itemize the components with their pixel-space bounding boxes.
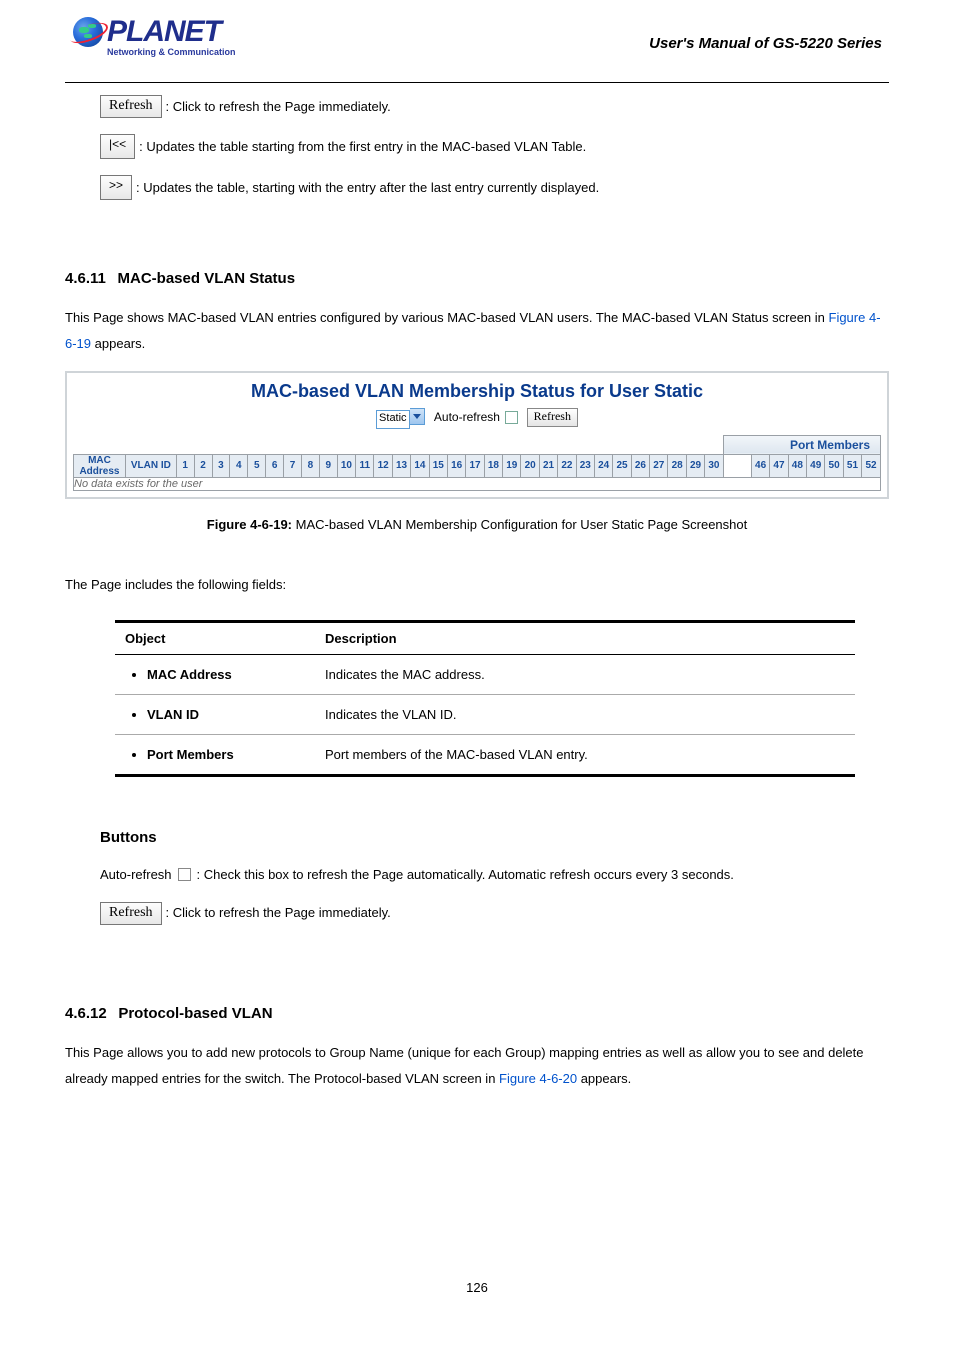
section2-intro-a: This Page allows you to add new protocol… — [65, 1045, 864, 1086]
port-col-5: 5 — [248, 454, 266, 477]
port-col-51: 51 — [843, 454, 861, 477]
port-col-29: 29 — [686, 454, 704, 477]
field-desc: Indicates the MAC address. — [315, 654, 855, 694]
port-col-9: 9 — [319, 454, 337, 477]
first-page-button-icon: |<< — [100, 134, 135, 159]
port-col-15: 15 — [429, 454, 447, 477]
field-desc: Port members of the MAC-based VLAN entry… — [315, 734, 855, 775]
refresh-button-icon: Refresh — [100, 95, 162, 118]
brand-name: PLANET — [107, 15, 221, 49]
port-col-6: 6 — [266, 454, 284, 477]
port-gap — [723, 454, 751, 477]
brand-tagline: Networking & Communication — [107, 47, 273, 57]
port-col-14: 14 — [411, 454, 429, 477]
port-col-30: 30 — [705, 454, 723, 477]
auto-refresh-checkbox-icon — [178, 868, 191, 881]
port-col-11: 11 — [356, 454, 374, 477]
auto-refresh-checkbox[interactable] — [505, 411, 518, 424]
auto-refresh-text-a: Auto-refresh — [100, 864, 172, 886]
field-name-cell: MAC Address — [115, 654, 315, 694]
port-col-10: 10 — [337, 454, 355, 477]
section1-number: 4.6.11 — [65, 270, 106, 287]
brand-logo: PLANET Networking & Communication — [73, 15, 273, 57]
section2-intro-b: appears. — [577, 1071, 631, 1086]
port-col-21: 21 — [539, 454, 557, 477]
mac-address-header: MAC Address — [74, 454, 126, 477]
port-col-26: 26 — [631, 454, 649, 477]
field-name-cell: Port Members — [115, 734, 315, 775]
port-col-48: 48 — [788, 454, 806, 477]
port-col-22: 22 — [558, 454, 576, 477]
fields-head-object: Object — [115, 621, 315, 654]
fields-table: Object Description MAC Address Indicates … — [115, 620, 855, 777]
chevron-down-icon[interactable] — [410, 408, 425, 425]
port-col-19: 19 — [503, 454, 521, 477]
port-col-16: 16 — [447, 454, 465, 477]
port-col-52: 52 — [862, 454, 881, 477]
vlan-id-header: VLAN ID — [125, 454, 176, 477]
port-col-1: 1 — [176, 454, 194, 477]
fields-head-description: Description — [315, 621, 855, 654]
port-col-4: 4 — [230, 454, 248, 477]
auto-refresh-label: Auto-refresh — [434, 410, 500, 424]
port-col-50: 50 — [825, 454, 843, 477]
section2-number: 4.6.12 — [65, 1005, 107, 1022]
port-col-2: 2 — [194, 454, 212, 477]
next-page-button-icon: >> — [100, 175, 132, 200]
screenshot-title: MAC-based VLAN Membership Status for Use… — [73, 381, 881, 402]
port-members-table: Port Members MAC Address VLAN ID 1234567… — [73, 435, 881, 491]
user-select[interactable]: Static — [376, 410, 410, 429]
table-row: MAC Address Indicates the MAC address. — [115, 654, 855, 694]
port-col-7: 7 — [284, 454, 302, 477]
first-page-desc: : Updates the table starting from the fi… — [139, 136, 586, 158]
refresh-desc: : Click to refresh the Page immediately. — [166, 96, 391, 118]
port-col-13: 13 — [392, 454, 410, 477]
figure-caption-text: MAC-based VLAN Membership Configuration … — [292, 517, 747, 532]
fields-intro: The Page includes the following fields: — [65, 572, 889, 598]
field-desc: Indicates the VLAN ID. — [315, 694, 855, 734]
port-col-25: 25 — [613, 454, 631, 477]
field-name-cell: VLAN ID — [115, 694, 315, 734]
page-number: 126 — [0, 1280, 954, 1295]
port-col-28: 28 — [668, 454, 686, 477]
refresh-desc-2: : Click to refresh the Page immediately. — [166, 902, 391, 924]
port-col-17: 17 — [466, 454, 484, 477]
port-col-24: 24 — [594, 454, 612, 477]
figure-link-4-6-20[interactable]: Figure 4-6-20 — [499, 1071, 577, 1086]
refresh-button[interactable]: Refresh — [527, 408, 578, 427]
screenshot-panel: MAC-based VLAN Membership Status for Use… — [65, 371, 889, 499]
port-col-3: 3 — [212, 454, 230, 477]
manual-title: User's Manual of GS-5220 Series — [649, 35, 882, 52]
port-col-8: 8 — [301, 454, 319, 477]
table-row: Port Members Port members of the MAC-base… — [115, 734, 855, 775]
field-name: MAC Address — [147, 667, 305, 682]
buttons-heading: Buttons — [100, 829, 889, 846]
auto-refresh-text-b: : Check this box to refresh the Page aut… — [197, 864, 734, 886]
field-name: Port Members — [147, 747, 305, 762]
table-row: VLAN ID Indicates the VLAN ID. — [115, 694, 855, 734]
port-col-18: 18 — [484, 454, 502, 477]
no-data-row: No data exists for the user — [74, 477, 881, 490]
port-col-47: 47 — [770, 454, 788, 477]
header-divider — [65, 82, 889, 83]
section1-title: MAC-based VLAN Status — [118, 270, 296, 287]
section1-intro-b: appears. — [91, 336, 145, 351]
port-col-49: 49 — [807, 454, 825, 477]
field-name: VLAN ID — [147, 707, 305, 722]
port-col-23: 23 — [576, 454, 594, 477]
port-col-12: 12 — [374, 454, 392, 477]
port-col-46: 46 — [751, 454, 769, 477]
refresh-button-icon-2: Refresh — [100, 902, 162, 925]
next-page-desc: : Updates the table, starting with the e… — [136, 177, 599, 199]
section1-intro-a: This Page shows MAC-based VLAN entries c… — [65, 310, 829, 325]
port-col-20: 20 — [521, 454, 539, 477]
section2-title: Protocol-based VLAN — [118, 1005, 272, 1022]
port-col-27: 27 — [650, 454, 668, 477]
figure-caption-num: Figure 4-6-19: — [207, 517, 292, 532]
